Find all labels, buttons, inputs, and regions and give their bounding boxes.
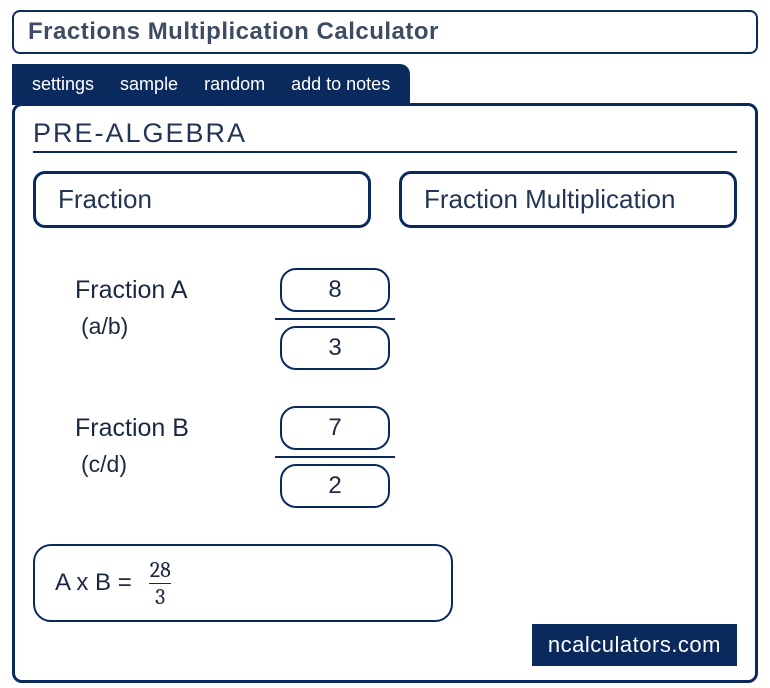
- fraction-a-divider: [275, 318, 395, 320]
- section-heading: PRE-ALGEBRA: [33, 118, 737, 153]
- pill-fraction-multiplication[interactable]: Fraction Multiplication: [399, 171, 737, 228]
- result-prefix: A x B =: [55, 569, 132, 597]
- fraction-b-numerator[interactable]: [280, 406, 390, 450]
- fraction-b-sublabel: (c/d): [75, 451, 235, 478]
- result-fraction: 28 3: [144, 559, 177, 608]
- fraction-a-numerator[interactable]: [280, 268, 390, 312]
- brand-badge: ncalculators.com: [532, 624, 737, 666]
- fraction-a-inputs: [275, 268, 395, 370]
- fraction-b-divider: [275, 456, 395, 458]
- fraction-a-row: Fraction A (a/b): [33, 268, 737, 370]
- tab-add-to-notes[interactable]: add to notes: [291, 74, 390, 95]
- tab-bar: settings sample random add to notes: [12, 64, 410, 105]
- main-panel: PRE-ALGEBRA Fraction Fraction Multiplica…: [12, 103, 758, 683]
- fraction-b-row: Fraction B (c/d): [33, 406, 737, 508]
- fraction-a-denominator[interactable]: [280, 326, 390, 370]
- fraction-b-label: Fraction B: [75, 414, 235, 443]
- result-box: A x B = 28 3: [33, 544, 453, 622]
- result-denominator: 3: [149, 583, 171, 608]
- tab-settings[interactable]: settings: [32, 74, 94, 95]
- fraction-a-sublabel: (a/b): [75, 313, 235, 340]
- pill-fraction[interactable]: Fraction: [33, 171, 371, 228]
- fraction-b-denominator[interactable]: [280, 464, 390, 508]
- result-numerator: 28: [144, 559, 177, 583]
- page-title: Fractions Multiplication Calculator: [12, 10, 758, 54]
- breadcrumb: Fraction Fraction Multiplication: [33, 171, 737, 228]
- fraction-a-label: Fraction A: [75, 276, 235, 305]
- tab-random[interactable]: random: [204, 74, 265, 95]
- tab-sample[interactable]: sample: [120, 74, 178, 95]
- fraction-b-inputs: [275, 406, 395, 508]
